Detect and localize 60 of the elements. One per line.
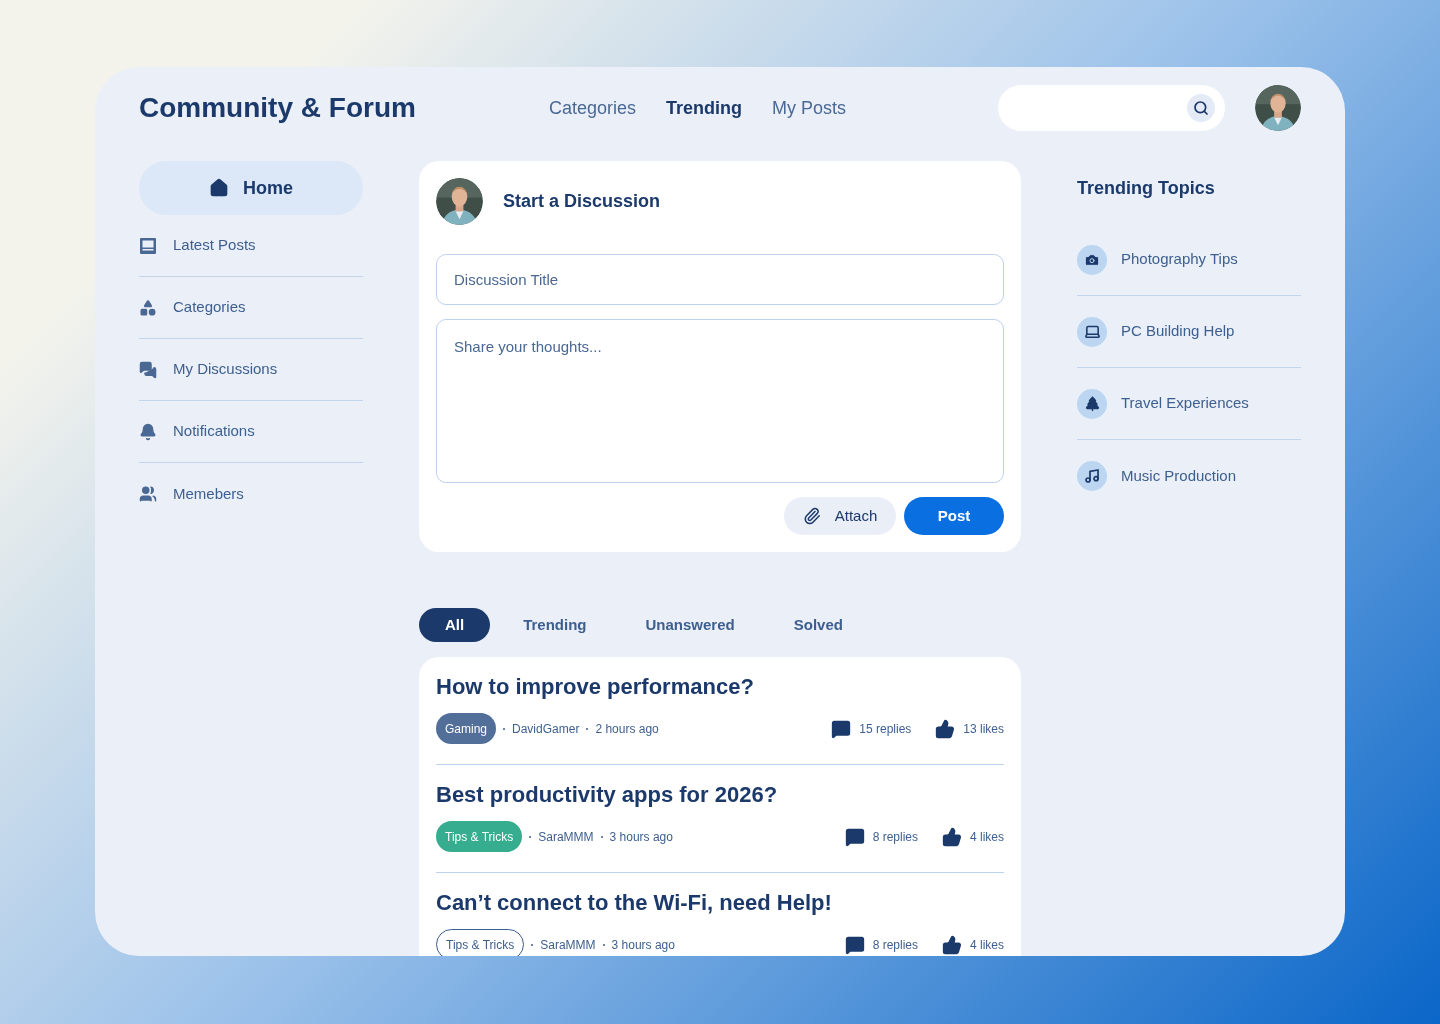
thumbs-up-icon bbox=[935, 718, 956, 739]
post-title[interactable]: Can’t connect to the Wi-Fi, need Help! bbox=[436, 889, 1004, 917]
like-count: 4 likes bbox=[970, 936, 1004, 954]
chat-icon bbox=[139, 359, 157, 380]
post-time: 2 hours ago bbox=[595, 720, 659, 738]
body-field[interactable]: Share your thoughts... bbox=[436, 319, 1004, 483]
composer-title: Start a Discussion bbox=[503, 190, 661, 213]
post-title[interactable]: How to improve performance? bbox=[436, 673, 1004, 701]
thumbs-up-icon bbox=[942, 934, 962, 955]
like-count: 4 likes bbox=[970, 828, 1004, 846]
category-tag[interactable]: Gaming bbox=[436, 713, 497, 744]
nav-link[interactable]: Categories bbox=[549, 94, 637, 122]
title-field[interactable]: Discussion Title bbox=[436, 254, 1004, 305]
post-button[interactable]: Post bbox=[904, 497, 1004, 535]
search-icon[interactable] bbox=[1187, 94, 1215, 122]
nav-link[interactable]: My Posts bbox=[772, 94, 847, 122]
filter-tab[interactable]: Unanswered bbox=[626, 608, 754, 642]
category-tag[interactable]: Tips & Tricks bbox=[436, 929, 525, 956]
sidebar-item[interactable]: Home bbox=[139, 161, 363, 215]
filter-tab[interactable]: Trending bbox=[504, 608, 606, 642]
author-name[interactable]: SaraMMM bbox=[538, 827, 594, 846]
author-name[interactable]: DavidGamer bbox=[512, 719, 580, 738]
comment-icon bbox=[831, 718, 852, 739]
topic-item[interactable]: PC Building Help bbox=[1077, 296, 1301, 368]
paperclip-icon bbox=[802, 507, 821, 525]
sidebar-item[interactable]: Memebers bbox=[139, 463, 363, 525]
post-time: 3 hours ago bbox=[609, 828, 673, 846]
camera-icon bbox=[1084, 251, 1100, 268]
nav-link[interactable]: Trending bbox=[666, 94, 743, 122]
laptop-icon bbox=[1083, 323, 1101, 340]
home-icon bbox=[209, 178, 229, 198]
music-note-icon bbox=[1084, 468, 1100, 484]
filter-tab[interactable]: All bbox=[419, 608, 491, 642]
comment-icon bbox=[844, 934, 865, 955]
author-name[interactable]: SaraMMM bbox=[540, 935, 596, 954]
bell-icon bbox=[139, 421, 157, 442]
sidebar-item[interactable]: Latest Posts bbox=[139, 215, 363, 277]
app-title: Community & Forum bbox=[139, 91, 417, 125]
reply-count: 8 replies bbox=[872, 936, 918, 954]
list-icon bbox=[139, 236, 157, 255]
topic-item[interactable]: Music Production bbox=[1077, 440, 1301, 512]
sidebar-item[interactable]: My Discussions bbox=[139, 339, 363, 401]
sidebar-item[interactable]: Categories bbox=[139, 277, 363, 339]
search-field[interactable] bbox=[998, 85, 1225, 131]
reply-count: 8 replies bbox=[872, 828, 918, 846]
sidebar-item[interactable]: Notifications bbox=[139, 401, 363, 463]
thumbs-up-icon bbox=[942, 826, 962, 847]
tree-icon bbox=[1083, 395, 1101, 412]
comment-icon bbox=[844, 826, 865, 847]
topic-item[interactable]: Travel Experiences bbox=[1077, 368, 1301, 440]
topic-item[interactable]: Photography Tips bbox=[1077, 224, 1301, 296]
shapes-icon bbox=[139, 297, 157, 318]
people-icon bbox=[139, 484, 157, 504]
like-count: 13 likes bbox=[963, 720, 1004, 738]
section-title: Trending Topics bbox=[1077, 177, 1216, 200]
post-time: 3 hours ago bbox=[611, 936, 675, 954]
reply-count: 15 replies bbox=[859, 720, 912, 738]
attach-button[interactable]: Attach bbox=[784, 497, 896, 535]
post-title[interactable]: Best productivity apps for 2026? bbox=[436, 781, 1004, 809]
filter-tab[interactable]: Solved bbox=[774, 608, 862, 642]
